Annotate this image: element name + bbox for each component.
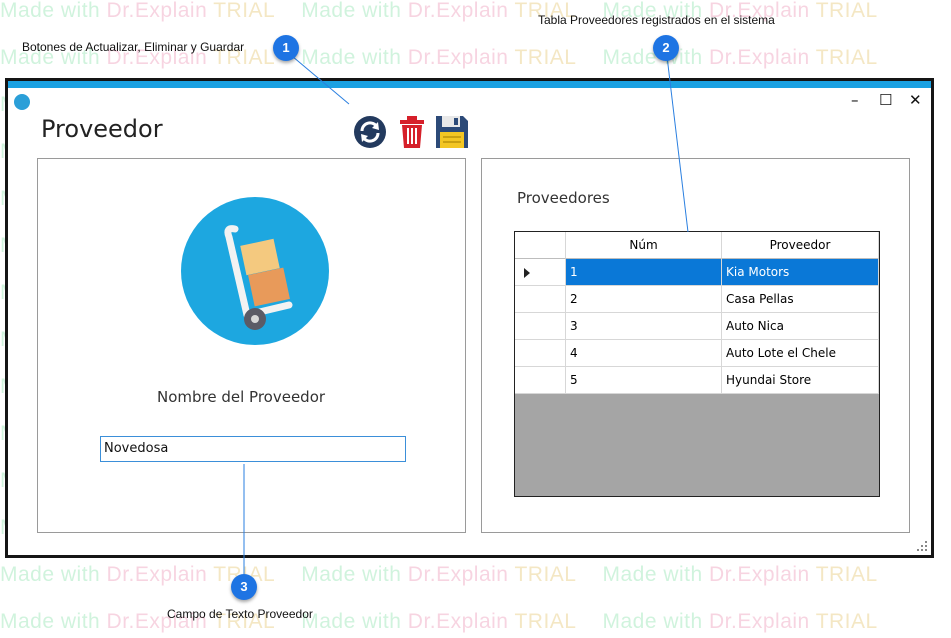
row-selector[interactable] bbox=[515, 286, 566, 313]
annotation-marker-1: 1 bbox=[273, 35, 299, 61]
column-header-provider[interactable]: Proveedor bbox=[722, 232, 879, 259]
cell-provider[interactable]: Kia Motors bbox=[722, 259, 879, 286]
watermark-text: Made with Dr.Explain TRIAL bbox=[301, 46, 577, 69]
cell-num[interactable]: 3 bbox=[566, 313, 722, 340]
trash-icon bbox=[400, 116, 424, 148]
app-icon bbox=[14, 94, 30, 110]
providers-table-panel: Proveedores Núm Proveedor 1 Kia Motors 2… bbox=[481, 158, 910, 533]
table-row[interactable]: 3 Auto Nica bbox=[515, 313, 879, 340]
maximize-button[interactable]: ☐ bbox=[879, 91, 892, 109]
cell-provider[interactable]: Auto Nica bbox=[722, 313, 879, 340]
providers-label: Proveedores bbox=[517, 189, 610, 207]
cell-num[interactable]: 4 bbox=[566, 340, 722, 367]
watermark-row: Made with Dr.Explain TRIAL Made with Dr.E… bbox=[0, 610, 904, 634]
refresh-button[interactable] bbox=[353, 115, 387, 149]
save-button[interactable] bbox=[435, 115, 469, 149]
row-selector[interactable] bbox=[515, 313, 566, 340]
close-button[interactable]: ✕ bbox=[909, 91, 922, 109]
grid-header: Núm Proveedor bbox=[515, 232, 879, 259]
providers-grid[interactable]: Núm Proveedor 1 Kia Motors 2 Casa Pellas… bbox=[514, 231, 880, 497]
table-row[interactable]: 4 Auto Lote el Chele bbox=[515, 340, 879, 367]
column-header-num[interactable]: Núm bbox=[566, 232, 722, 259]
annotation-marker-2: 2 bbox=[653, 35, 679, 61]
watermark-text: Made with Dr.Explain TRIAL bbox=[301, 563, 577, 586]
cell-num[interactable]: 2 bbox=[566, 286, 722, 313]
table-row[interactable]: 2 Casa Pellas bbox=[515, 286, 879, 313]
window-accent-bar bbox=[8, 81, 931, 88]
annotation-marker-3: 3 bbox=[231, 574, 257, 600]
resize-grip-icon[interactable] bbox=[916, 540, 928, 552]
cell-provider[interactable]: Casa Pellas bbox=[722, 286, 879, 313]
cell-num[interactable]: 5 bbox=[566, 367, 722, 394]
row-selector[interactable] bbox=[515, 259, 566, 286]
watermark-text: Made with Dr.Explain TRIAL bbox=[602, 46, 878, 69]
current-row-arrow-icon bbox=[524, 268, 530, 278]
row-selector[interactable] bbox=[515, 367, 566, 394]
annotation-text-1: Botones de Actualizar, Eliminar y Guarda… bbox=[22, 40, 245, 54]
hand-truck-boxes-icon bbox=[181, 197, 329, 345]
annotation-text-2: Tabla Proveedores registrados en el sist… bbox=[538, 13, 775, 27]
delete-button[interactable] bbox=[397, 115, 431, 149]
cell-provider[interactable]: Auto Lote el Chele bbox=[722, 340, 879, 367]
provider-name-label: Nombre del Proveedor bbox=[157, 388, 326, 406]
watermark-text: Made with Dr.Explain TRIAL bbox=[0, 0, 276, 22]
watermark-text: Made with Dr.Explain TRIAL bbox=[602, 610, 878, 633]
watermark-text: Made with Dr.Explain TRIAL bbox=[602, 563, 878, 586]
watermark-text: Made with Dr.Explain TRIAL bbox=[301, 610, 577, 633]
cell-provider[interactable]: Hyundai Store bbox=[722, 367, 879, 394]
proveedor-window: – ☐ ✕ Proveedor Nombre del Proveedor Nov… bbox=[5, 78, 934, 558]
table-row[interactable]: 5 Hyundai Store bbox=[515, 367, 879, 394]
cell-num[interactable]: 1 bbox=[566, 259, 722, 286]
minimize-button[interactable]: – bbox=[851, 91, 859, 109]
table-row[interactable]: 1 Kia Motors bbox=[515, 259, 879, 286]
watermark-row: Made with Dr.Explain TRIAL Made with Dr.E… bbox=[0, 563, 904, 587]
row-selector[interactable] bbox=[515, 340, 566, 367]
floppy-disk-icon bbox=[436, 116, 468, 148]
annotation-text-3: Campo de Texto Proveedor bbox=[167, 607, 313, 621]
provider-name-input[interactable]: Novedosa bbox=[100, 436, 406, 462]
row-header-corner bbox=[515, 232, 566, 259]
page-title: Proveedor bbox=[41, 115, 163, 143]
watermark-text: Made with Dr.Explain TRIAL bbox=[301, 0, 577, 22]
provider-form-panel: Nombre del Proveedor Novedosa bbox=[37, 158, 466, 533]
refresh-icon bbox=[354, 116, 386, 148]
